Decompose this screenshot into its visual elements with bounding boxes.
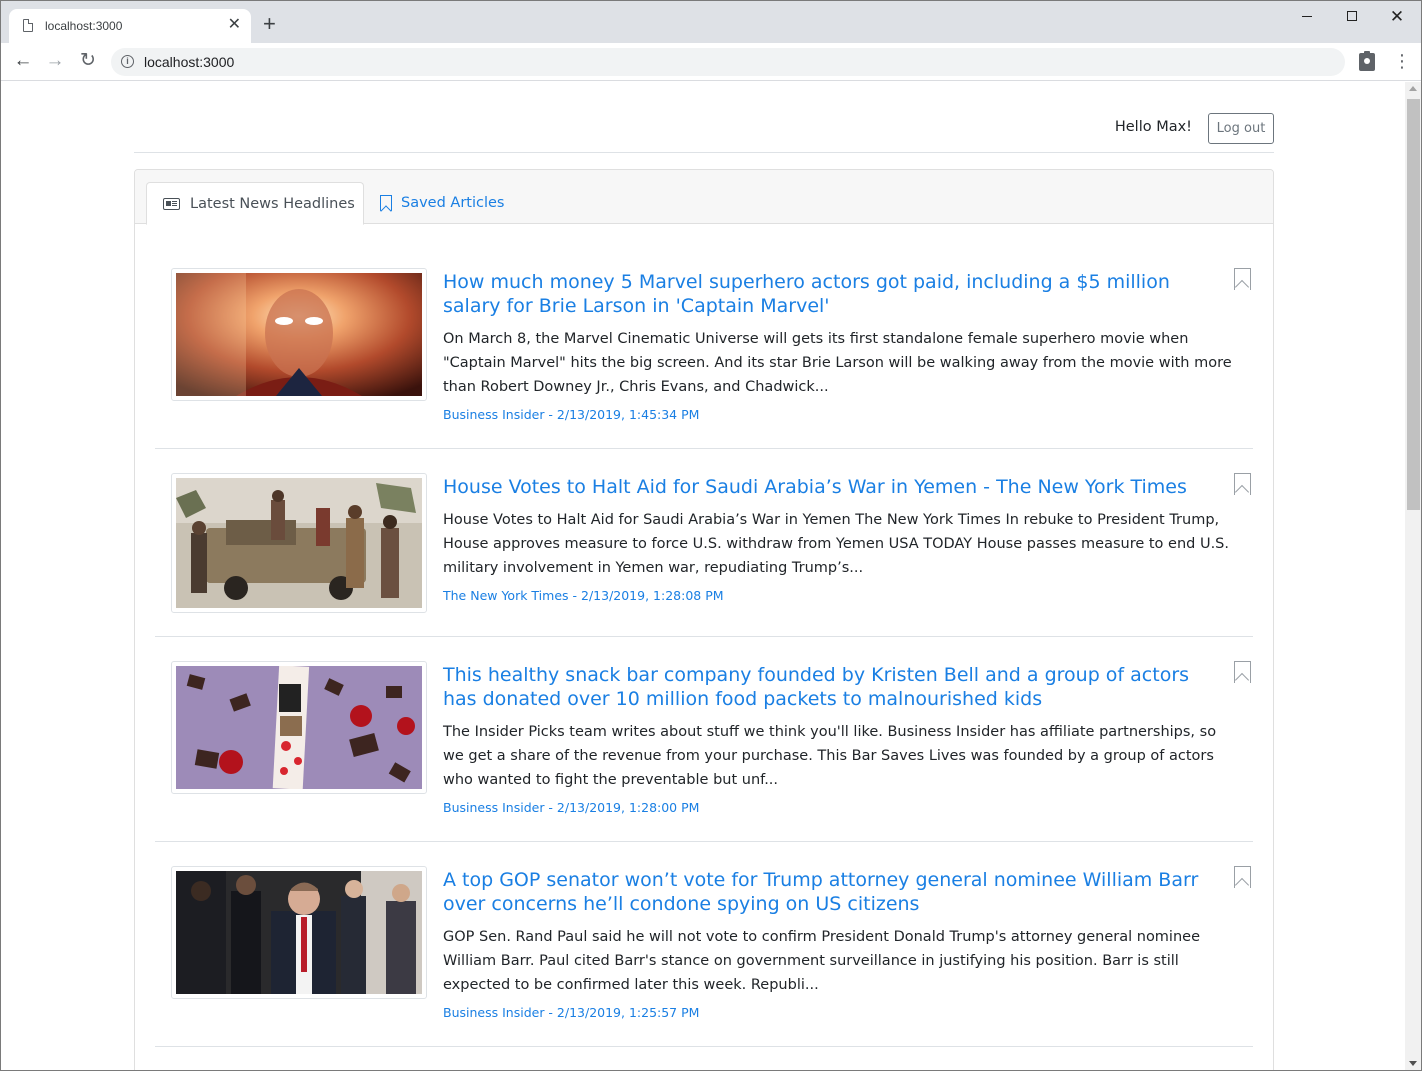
scroll-down-arrow-icon[interactable] <box>1409 1061 1417 1066</box>
article-title[interactable]: House Votes to Halt Aid for Saudi Arabia… <box>443 475 1213 499</box>
window-close-button[interactable]: ✕ <box>1374 5 1420 29</box>
new-tab-button[interactable]: + <box>263 13 276 35</box>
article-item: This healthy snack bar company founded b… <box>155 637 1253 842</box>
bookmark-button[interactable] <box>1234 866 1251 893</box>
article-thumbnail[interactable] <box>171 866 427 999</box>
browser-tab[interactable]: localhost:3000 ✕ <box>9 9 251 43</box>
senator-image <box>176 871 422 994</box>
scroll-thumb[interactable] <box>1407 99 1420 510</box>
title-bar: localhost:3000 ✕ + ✕ <box>1 1 1421 43</box>
minimize-icon <box>1302 16 1312 17</box>
tab-saved-articles[interactable]: Saved Articles <box>380 182 520 225</box>
article-thumbnail[interactable] <box>171 268 427 401</box>
tab-close-icon[interactable]: ✕ <box>228 16 241 34</box>
back-arrow-icon[interactable]: ← <box>12 50 34 72</box>
bookmark-icon <box>380 195 392 211</box>
article-meta[interactable]: The New York Times - 2/13/2019, 1:28:08 … <box>443 588 724 603</box>
article-item: How much money 5 Marvel superhero actors… <box>155 224 1253 449</box>
more-menu-icon[interactable]: ⋮ <box>1393 51 1411 71</box>
article-item: House Votes to Halt Aid for Saudi Arabia… <box>155 449 1253 637</box>
browser-window: localhost:3000 ✕ + ✕ ← → ↻ i localhost:3… <box>0 0 1422 1071</box>
bookmark-button[interactable] <box>1234 473 1251 500</box>
forward-arrow-icon[interactable]: → <box>44 50 66 72</box>
tab-title: localhost:3000 <box>45 19 123 33</box>
news-card: Latest News Headlines Saved Articles How… <box>134 169 1274 1070</box>
page-scrollbar[interactable] <box>1405 82 1421 1070</box>
captain-marvel-image <box>176 273 422 396</box>
tab-latest-label: Latest News Headlines <box>190 196 355 212</box>
article-description: House Votes to Halt Aid for Saudi Arabia… <box>443 512 1229 576</box>
newspaper-icon <box>163 198 180 210</box>
tab-saved-label: Saved Articles <box>401 195 505 211</box>
article-description: On March 8, the Marvel Cinematic Univers… <box>443 331 1232 395</box>
file-icon <box>23 19 33 32</box>
article-meta[interactable]: Business Insider - 2/13/2019, 1:45:34 PM <box>443 407 699 422</box>
logout-button[interactable]: Log out <box>1208 113 1274 144</box>
scroll-up-arrow-icon[interactable] <box>1409 86 1417 91</box>
url-text[interactable]: localhost:3000 <box>144 54 234 70</box>
maximize-icon <box>1347 11 1357 21</box>
article-item: A top GOP senator won’t vote for Trump a… <box>155 842 1253 1047</box>
tab-latest-news[interactable]: Latest News Headlines <box>146 182 364 225</box>
article-description: GOP Sen. Rand Paul said he will not vote… <box>443 929 1200 993</box>
article-meta[interactable]: Business Insider - 2/13/2019, 1:28:00 PM <box>443 800 699 815</box>
article-title[interactable]: How much money 5 Marvel superhero actors… <box>443 270 1213 318</box>
greeting-text: Hello Max! <box>1114 119 1192 135</box>
minimize-button[interactable] <box>1284 5 1330 29</box>
reload-icon[interactable]: ↻ <box>77 50 99 72</box>
bookmark-button[interactable] <box>1234 661 1251 688</box>
clipboard-extension-icon[interactable] <box>1359 51 1375 71</box>
article-description: The Insider Picks team writes about stuf… <box>443 724 1217 788</box>
page-header: Hello Max! Log out <box>134 82 1274 153</box>
card-tabs: Latest News Headlines Saved Articles <box>135 170 1273 225</box>
maximize-button[interactable] <box>1329 5 1375 29</box>
page-content: Hello Max! Log out Latest News Headlines… <box>1 82 1405 1070</box>
snack-bar-image <box>176 665 422 790</box>
yemen-war-image <box>176 478 422 608</box>
browser-toolbar: ← → ↻ i localhost:3000 ⋮ <box>1 43 1421 81</box>
address-bar[interactable]: i localhost:3000 <box>111 48 1345 76</box>
article-thumbnail[interactable] <box>171 473 427 613</box>
article-meta[interactable]: Business Insider - 2/13/2019, 1:25:57 PM <box>443 1005 699 1020</box>
article-title[interactable]: This healthy snack bar company founded b… <box>443 663 1213 711</box>
bookmark-button[interactable] <box>1234 268 1251 295</box>
article-thumbnail[interactable] <box>171 661 427 794</box>
info-icon[interactable]: i <box>121 55 134 68</box>
article-title[interactable]: A top GOP senator won’t vote for Trump a… <box>443 868 1213 916</box>
